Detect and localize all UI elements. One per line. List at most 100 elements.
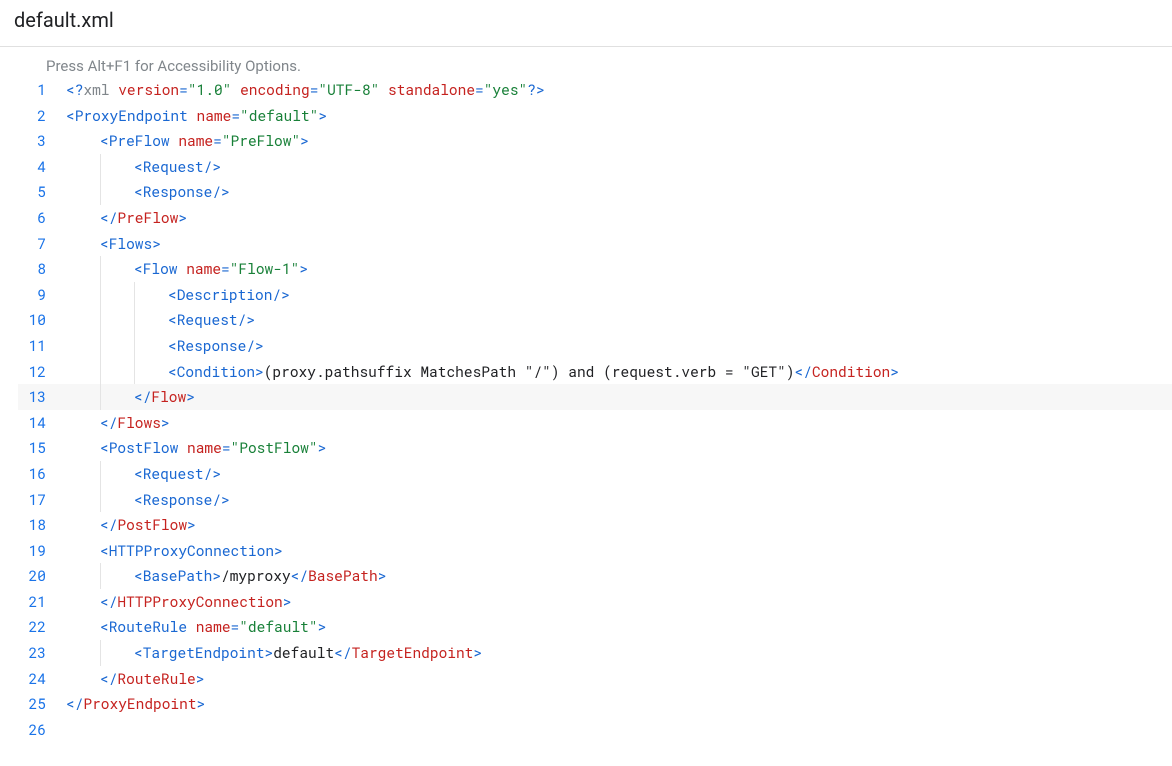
token-close: Flows [117,413,161,432]
code-content[interactable]: <PostFlow name="PostFlow"> [66,435,1172,461]
token-br: /> [238,310,255,329]
code-line[interactable]: 17<Response/> [18,487,1172,513]
token-tag: BasePath [143,566,213,585]
code-content[interactable]: </Flow> [66,384,1172,410]
line-number: 24 [18,666,66,692]
token-br: </ [100,592,117,611]
code-line[interactable]: 16<Request/> [18,461,1172,487]
token-attr: name [186,259,221,278]
code-content[interactable]: <Condition>(proxy.pathsuffix MatchesPath… [66,359,1172,385]
code-content[interactable]: <ProxyEndpoint name="default"> [66,103,1172,129]
token-attr: encoding [240,80,310,99]
code-line[interactable]: 1<?xml version="1.0" encoding="UTF-8" st… [18,77,1172,103]
code-line[interactable]: 23<TargetEndpoint>default</TargetEndpoin… [18,640,1172,666]
token-str: "PreFlow" [222,131,300,150]
code-line[interactable]: 8<Flow name="Flow-1"> [18,256,1172,282]
indent-guide [134,359,168,385]
code-content[interactable]: <?xml version="1.0" encoding="UTF-8" sta… [66,77,1172,103]
token-str: "1.0" [188,80,232,99]
line-number: 12 [18,359,66,385]
code-content[interactable]: </RouteRule> [66,666,1172,692]
indent-guide [66,179,100,205]
code-line[interactable]: 11<Response/> [18,333,1172,359]
code-line[interactable]: 21</HTTPProxyConnection> [18,589,1172,615]
code-line[interactable]: 22<RouteRule name="default"> [18,614,1172,640]
code-content[interactable]: <Request/> [66,461,1172,487]
token-br: < [134,490,143,509]
code-content[interactable]: <TargetEndpoint>default</TargetEndpoint> [66,640,1172,666]
token-eq: = [475,80,484,99]
code-line[interactable]: 24</RouteRule> [18,666,1172,692]
token-br: > [378,566,387,585]
token-close: BasePath [308,566,378,585]
token-str: "default" [240,106,318,125]
accessibility-hint: Press Alt+F1 for Accessibility Options. [18,53,1172,77]
code-content[interactable]: <HTTPProxyConnection> [66,538,1172,564]
code-line[interactable]: 7<Flows> [18,231,1172,257]
line-number: 25 [18,691,66,717]
token-br: > [318,438,327,457]
token-br: < [168,285,177,304]
indent-guide [100,179,134,205]
code-content[interactable]: </HTTPProxyConnection> [66,589,1172,615]
token-br: > [318,617,327,636]
code-line[interactable]: 25</ProxyEndpoint> [18,691,1172,717]
code-content[interactable]: <Response/> [66,179,1172,205]
token-br: < [100,131,109,150]
token-br: </ [100,208,117,227]
token-br: > [152,234,161,253]
code-body[interactable]: 1<?xml version="1.0" encoding="UTF-8" st… [18,77,1172,742]
line-number: 15 [18,435,66,461]
code-content[interactable]: <BasePath>/myproxy</BasePath> [66,563,1172,589]
token-close: PreFlow [117,208,178,227]
code-content[interactable]: <Request/> [66,307,1172,333]
code-content[interactable]: <PreFlow name="PreFlow"> [66,128,1172,154]
token-br: </ [334,643,351,662]
line-number: 14 [18,410,66,436]
code-content[interactable]: <Response/> [66,487,1172,513]
code-content[interactable]: </PreFlow> [66,205,1172,231]
code-content[interactable]: <Request/> [66,154,1172,180]
code-line[interactable]: 26 [18,717,1172,743]
line-number: 7 [18,231,66,257]
code-line[interactable]: 15<PostFlow name="PostFlow"> [18,435,1172,461]
code-content[interactable]: </Flows> [66,410,1172,436]
token-str: "PostFlow" [231,438,318,457]
code-line[interactable]: 5<Response/> [18,179,1172,205]
indent-guide [66,359,100,385]
token-close: PostFlow [117,515,187,534]
code-line[interactable]: 3<PreFlow name="PreFlow"> [18,128,1172,154]
code-line[interactable]: 19<HTTPProxyConnection> [18,538,1172,564]
code-content[interactable]: <RouteRule name="default"> [66,614,1172,640]
line-number: 21 [18,589,66,615]
token-pi: xml [83,80,118,99]
code-line[interactable]: 13</Flow> [18,384,1172,410]
token-br: < [100,438,109,457]
code-content[interactable]: <Flow name="Flow-1"> [66,256,1172,282]
token-eq: = [221,259,230,278]
code-line[interactable]: 20<BasePath>/myproxy</BasePath> [18,563,1172,589]
code-line[interactable]: 6</PreFlow> [18,205,1172,231]
line-number: 18 [18,512,66,538]
token-br: > [196,669,205,688]
code-content[interactable]: <Response/> [66,333,1172,359]
token-br: </ [795,362,812,381]
token-str: "yes" [484,80,528,99]
token-br: > [161,413,170,432]
code-content[interactable]: </ProxyEndpoint> [66,691,1172,717]
code-content[interactable]: </PostFlow> [66,512,1172,538]
code-line[interactable]: 18</PostFlow> [18,512,1172,538]
code-line[interactable]: 2<ProxyEndpoint name="default"> [18,103,1172,129]
code-line[interactable]: 10<Request/> [18,307,1172,333]
code-content[interactable]: <Flows> [66,231,1172,257]
code-content[interactable] [66,717,1172,743]
code-line[interactable]: 9<Description/> [18,282,1172,308]
code-content[interactable]: <Description/> [66,282,1172,308]
code-line[interactable]: 14</Flows> [18,410,1172,436]
indent-guide [100,563,134,589]
code-editor[interactable]: Press Alt+F1 for Accessibility Options. … [0,46,1172,742]
code-line[interactable]: 12<Condition>(proxy.pathsuffix MatchesPa… [18,359,1172,385]
token-br: /> [246,336,263,355]
code-line[interactable]: 4<Request/> [18,154,1172,180]
indent-guide [66,487,100,513]
